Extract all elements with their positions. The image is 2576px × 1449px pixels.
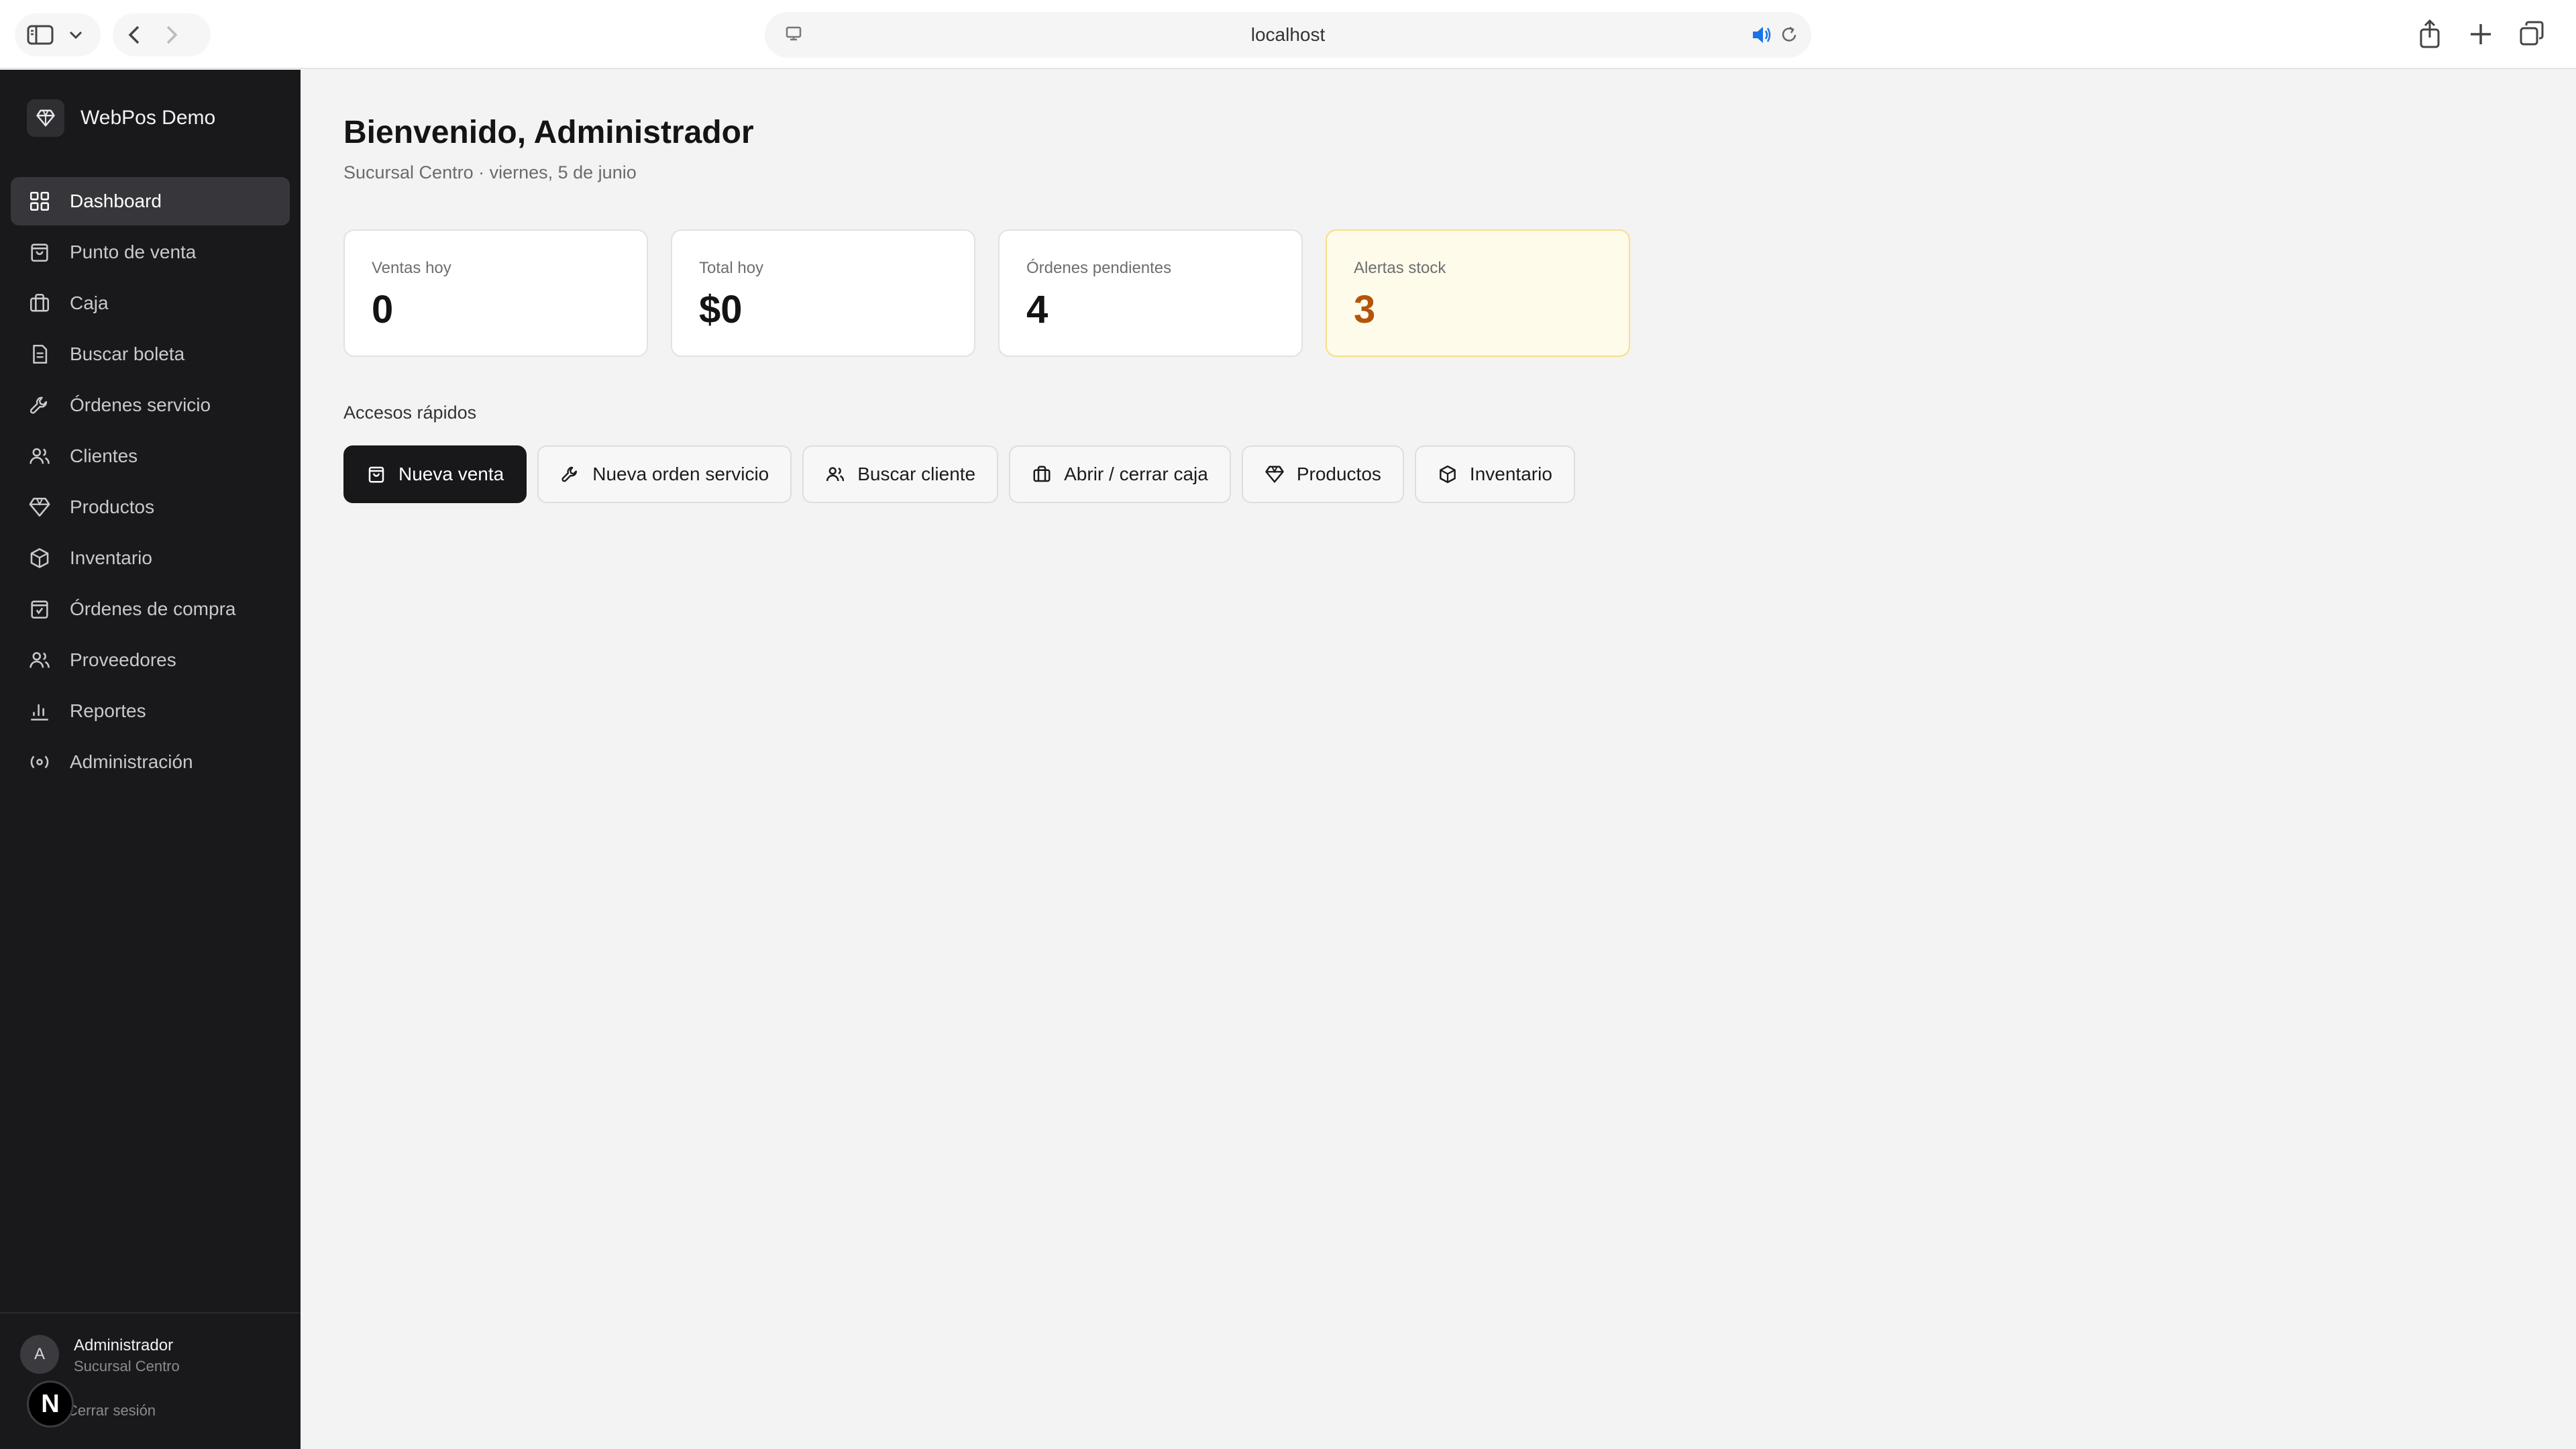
history-nav-group: [113, 13, 211, 56]
bar-chart-icon: [31, 704, 48, 721]
browser-actions: [2416, 19, 2545, 50]
sidebar-item-reportes[interactable]: Reportes: [11, 687, 290, 735]
chevron-down-icon[interactable]: [68, 30, 83, 40]
sidebar-item-ordenes-de-compra[interactable]: Órdenes de compra: [11, 585, 290, 633]
browser-toolbar: localhost: [0, 0, 2576, 69]
box-icon: [1440, 465, 1456, 484]
brand-name: WebPos Demo: [80, 107, 216, 129]
sidebar-item-administracion[interactable]: Administración: [11, 738, 290, 786]
sidebar-item-label: Órdenes de compra: [70, 598, 236, 619]
back-arrow-icon[interactable]: [127, 25, 141, 45]
brand[interactable]: WebPos Demo: [27, 97, 215, 140]
user-branch: Sucursal Centro: [74, 1358, 180, 1375]
share-icon[interactable]: [2416, 19, 2443, 50]
quick-access-title: Accesos rápidos: [343, 402, 477, 423]
stat-value: 3: [1354, 288, 1376, 331]
forward-arrow-icon[interactable]: [165, 25, 178, 45]
open-close-register-button[interactable]: Abrir / cerrar caja: [1009, 445, 1231, 503]
gem-icon: [27, 99, 64, 137]
briefcase-icon: [1033, 466, 1051, 482]
sidebar-item-label: Proveedores: [70, 649, 176, 670]
stat-card-ordenes-pendientes: Órdenes pendientes 4: [998, 229, 1303, 357]
shopping-bag-icon: [31, 244, 48, 262]
sidebar-item-clientes[interactable]: Clientes: [11, 432, 290, 480]
sidebar-item-dashboard[interactable]: Dashboard: [11, 177, 290, 225]
new-sale-button[interactable]: Nueva venta: [343, 445, 527, 503]
url-text: localhost: [1250, 24, 1326, 45]
sidebar-toggle-icon[interactable]: [27, 24, 54, 46]
sidebar-item-ordenes-servicio[interactable]: Órdenes servicio: [11, 381, 290, 429]
search-customer-button[interactable]: Buscar cliente: [802, 445, 999, 503]
quick-actions: Nueva venta Nueva orden servicio Buscar …: [343, 445, 1575, 503]
user-name: Administrador: [74, 1336, 174, 1354]
page-subtitle: Sucursal Centro · viernes, 5 de junio: [343, 162, 637, 182]
button-label: Buscar cliente: [857, 464, 976, 484]
new-service-order-button[interactable]: Nueva orden servicio: [537, 445, 792, 503]
products-button[interactable]: Productos: [1241, 445, 1404, 503]
stat-label: Órdenes pendientes: [1026, 259, 1172, 277]
briefcase-icon: [30, 293, 50, 312]
sidebar-item-label: Clientes: [70, 445, 138, 466]
sidebar-item-label: Dashboard: [70, 191, 162, 211]
users-icon: [826, 467, 845, 482]
sidebar-item-label: Administración: [70, 751, 193, 772]
avatar: A: [20, 1335, 59, 1374]
inventory-button[interactable]: Inventario: [1414, 445, 1575, 503]
sidebar-item-label: Punto de venta: [70, 241, 197, 262]
button-label: Inventario: [1469, 464, 1552, 484]
sidebar-item-productos[interactable]: Productos: [11, 483, 290, 531]
shopping-bag-icon: [368, 466, 384, 483]
wrench-icon: [561, 466, 578, 482]
logout-link[interactable]: Cerrar sesión: [67, 1402, 156, 1419]
stat-card-ventas-hoy: Ventas hoy 0: [343, 229, 648, 357]
stat-value: 4: [1026, 288, 1049, 331]
stat-label: Alertas stock: [1354, 259, 1446, 277]
sidebar-item-caja[interactable]: Caja: [11, 279, 290, 327]
stat-label: Ventas hoy: [372, 259, 451, 277]
purchase-order-icon: [31, 600, 48, 619]
sidebar-item-buscar-boleta[interactable]: Buscar boleta: [11, 330, 290, 378]
stat-card-alertas-stock: Alertas stock 3: [1326, 229, 1630, 357]
sidebar-item-proveedores[interactable]: Proveedores: [11, 636, 290, 684]
sidebar-item-label: Inventario: [70, 547, 152, 568]
button-label: Nueva venta: [398, 464, 504, 484]
sidebar: WebPos Demo Dashboard Punto de venta Caj…: [0, 70, 301, 1449]
stat-value: 0: [372, 288, 394, 331]
gem-icon: [29, 497, 50, 517]
user-panel: A Administrador Sucursal Centro Cerrar s…: [0, 1312, 301, 1449]
gem-icon: [1265, 466, 1284, 483]
stat-label: Total hoy: [699, 259, 764, 277]
sidebar-item-label: Caja: [70, 292, 109, 313]
receipt-icon: [33, 344, 48, 364]
sidebar-item-label: Productos: [70, 496, 155, 517]
stat-value: $0: [699, 288, 743, 331]
nextjs-dev-badge-icon[interactable]: N: [27, 1381, 74, 1428]
speaker-icon[interactable]: [1751, 25, 1772, 45]
stats-cards: Ventas hoy 0 Total hoy $0 Órdenes pendie…: [343, 229, 1630, 357]
box-icon: [30, 548, 49, 568]
button-label: Nueva orden servicio: [592, 464, 769, 484]
dashboard-icon: [30, 191, 50, 211]
admin-icon: [30, 755, 49, 769]
button-label: Productos: [1296, 464, 1381, 484]
new-tab-icon[interactable]: [2467, 19, 2494, 50]
tab-overview-icon[interactable]: [2518, 19, 2545, 50]
button-label: Abrir / cerrar caja: [1064, 464, 1208, 484]
stat-card-total-hoy: Total hoy $0: [671, 229, 975, 357]
sidebar-item-inventario[interactable]: Inventario: [11, 534, 290, 582]
sidebar-toggle-group[interactable]: [15, 13, 101, 56]
sidebar-nav: Dashboard Punto de venta Caja Buscar bol…: [11, 177, 290, 789]
page-title: Bienvenido, Administrador: [343, 115, 754, 150]
wrench-icon: [30, 396, 48, 414]
main-content: Bienvenido, Administrador Sucursal Centr…: [301, 70, 2576, 1449]
reload-icon[interactable]: [1779, 25, 1799, 45]
sidebar-item-punto-de-venta[interactable]: Punto de venta: [11, 228, 290, 276]
sidebar-item-label: Órdenes servicio: [70, 394, 211, 415]
sidebar-item-label: Reportes: [70, 700, 146, 721]
address-bar[interactable]: localhost: [765, 12, 1811, 58]
users-icon: [30, 448, 50, 464]
sidebar-item-label: Buscar boleta: [70, 343, 185, 364]
suppliers-icon: [30, 652, 50, 668]
